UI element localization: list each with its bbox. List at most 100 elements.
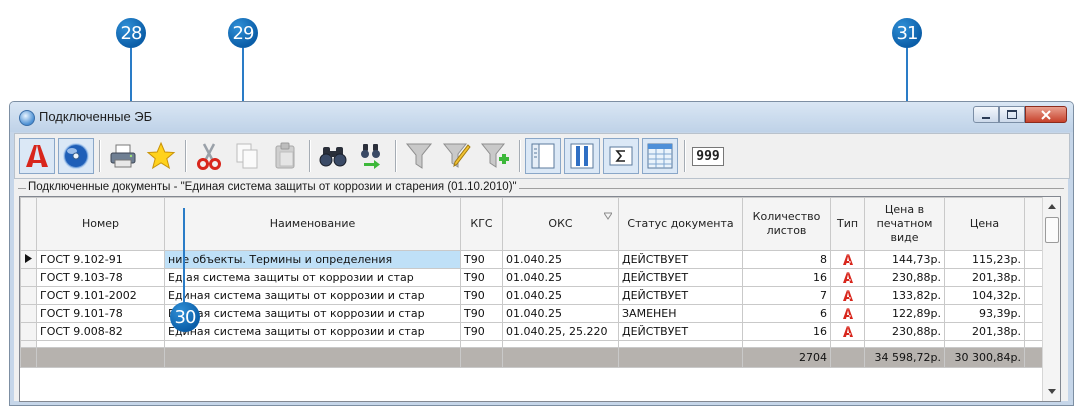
cell-sheets[interactable]: 16: [742, 268, 831, 287]
cell-sheets[interactable]: 8: [742, 250, 831, 269]
binoculars-icon: [319, 147, 347, 167]
pdf-type-icon: [842, 326, 853, 338]
documents-table: Номер Наименование КГС ОКС Статус докуме…: [20, 197, 1045, 368]
cell-kgs[interactable]: Т90: [460, 304, 503, 323]
cell-price[interactable]: 201,38р.: [944, 322, 1025, 341]
col-sheets[interactable]: Количество листов: [742, 197, 831, 251]
find-next-button[interactable]: [353, 138, 389, 174]
grid-button[interactable]: [642, 138, 678, 174]
pdf-button[interactable]: [19, 138, 55, 174]
cell-kgs[interactable]: Т90: [460, 286, 503, 305]
cell-oks[interactable]: 01.040.25: [502, 268, 619, 287]
cell-kgs[interactable]: Т90: [460, 268, 503, 287]
vertical-scrollbar[interactable]: [1042, 197, 1060, 401]
cell-number[interactable]: ГОСТ 9.101-78: [36, 304, 165, 323]
cell-price[interactable]: 115,23р.: [944, 250, 1025, 269]
maximize-button[interactable]: [999, 106, 1025, 123]
col-sheets-label-1: Количество: [752, 210, 821, 223]
star-icon: [146, 141, 176, 170]
col-oks[interactable]: ОКС: [502, 197, 619, 251]
minimize-button[interactable]: [973, 106, 999, 123]
cut-button[interactable]: [191, 138, 227, 174]
table-row[interactable]: ГОСТ 9.101-2002 Единая система защиты от…: [20, 286, 1045, 305]
col-type-label: Тип: [836, 217, 859, 230]
counter-icon: 999: [692, 146, 724, 166]
cell-print-price[interactable]: 133,82р.: [864, 286, 945, 305]
cell-print-price[interactable]: 144,73р.: [864, 250, 945, 269]
cell-name[interactable]: ние объекты. Термины и определения: [164, 250, 461, 269]
cell-status[interactable]: ДЕЙСТВУЕТ: [618, 322, 743, 341]
cell-print-price[interactable]: 230,88р.: [864, 268, 945, 287]
cell-name[interactable]: Единая система защиты от коррозии и стар: [164, 304, 461, 323]
cell-type[interactable]: [830, 250, 865, 269]
cell-print-price[interactable]: 230,88р.: [864, 322, 945, 341]
close-button[interactable]: [1025, 106, 1067, 123]
panel-toggle-button[interactable]: [525, 138, 561, 174]
col-price[interactable]: Цена: [944, 197, 1025, 251]
cell-name[interactable]: Единая система защиты от коррозии и стар: [164, 322, 461, 341]
cell-number[interactable]: ГОСТ 9.101-2002: [36, 286, 165, 305]
counter-button[interactable]: 999: [690, 138, 726, 174]
col-number-label: Номер: [81, 217, 120, 230]
col-print-price[interactable]: Цена в печатном виде: [864, 197, 945, 251]
cut-icon: [197, 143, 221, 170]
scroll-up-icon[interactable]: [1048, 204, 1056, 209]
columns-button[interactable]: [564, 138, 600, 174]
cell-type[interactable]: [830, 322, 865, 341]
total-empty: [36, 347, 165, 368]
cell-name[interactable]: Ед ая система защиты от коррозии и стар: [164, 268, 461, 287]
cell-oks[interactable]: 01.040.25, 25.220: [502, 322, 619, 341]
pdf-type-icon: [842, 254, 853, 266]
cell-kgs[interactable]: Т90: [460, 322, 503, 341]
toolbar-separator: [185, 140, 187, 172]
cell-status[interactable]: ЗАМЕНЕН: [618, 304, 743, 323]
cell-print-price[interactable]: 122,89р.: [864, 304, 945, 323]
cell-type[interactable]: [830, 304, 865, 323]
filter-button[interactable]: [401, 138, 437, 174]
cell-status[interactable]: ДЕЙСТВУЕТ: [618, 268, 743, 287]
cell-name[interactable]: Единая система защиты от коррозии и стар: [164, 286, 461, 305]
paste-button[interactable]: [267, 138, 303, 174]
total-empty: [164, 347, 461, 368]
close-icon: [1041, 109, 1051, 120]
copy-button[interactable]: [229, 138, 265, 174]
cell-type[interactable]: [830, 268, 865, 287]
find-button[interactable]: [315, 138, 351, 174]
filter-add-button[interactable]: [477, 138, 513, 174]
cell-sheets[interactable]: 7: [742, 286, 831, 305]
cell-oks[interactable]: 01.040.25: [502, 304, 619, 323]
cell-sheets[interactable]: 6: [742, 304, 831, 323]
window-titlebar[interactable]: Подключенные ЭБ: [10, 102, 1073, 132]
table-row[interactable]: ГОСТ 9.103-78 Ед ая система защиты от ко…: [20, 268, 1045, 287]
scroll-down-icon[interactable]: [1048, 389, 1056, 394]
cell-sheets[interactable]: 16: [742, 322, 831, 341]
cell-oks[interactable]: 01.040.25: [502, 250, 619, 269]
cell-status[interactable]: ДЕЙСТВУЕТ: [618, 250, 743, 269]
print-button[interactable]: [105, 138, 141, 174]
col-type[interactable]: Тип: [830, 197, 865, 251]
connect-disc-button[interactable]: [58, 138, 94, 174]
cell-price[interactable]: 93,39р.: [944, 304, 1025, 323]
favorites-button[interactable]: [143, 138, 179, 174]
cell-number[interactable]: ГОСТ 9.103-78: [36, 268, 165, 287]
sum-button[interactable]: [603, 138, 639, 174]
sum-icon: [609, 146, 633, 166]
scroll-thumb[interactable]: [1045, 217, 1059, 243]
cell-number[interactable]: ГОСТ 9.008-82: [36, 322, 165, 341]
cell-type[interactable]: [830, 286, 865, 305]
filter-edit-button[interactable]: [439, 138, 475, 174]
col-print-price-label-3: виде: [890, 231, 919, 244]
cell-number[interactable]: ГОСТ 9.102-91: [36, 250, 165, 269]
cell-status[interactable]: ДЕЙСТВУЕТ: [618, 286, 743, 305]
cell-kgs[interactable]: Т90: [460, 250, 503, 269]
col-kgs[interactable]: КГС: [460, 197, 503, 251]
cell-price[interactable]: 104,32р.: [944, 286, 1025, 305]
row-indicator: [20, 340, 37, 348]
col-number[interactable]: Номер: [36, 197, 165, 251]
col-name[interactable]: Наименование: [164, 197, 461, 251]
toolbar-separator: [395, 140, 397, 172]
col-status[interactable]: Статус документа: [618, 197, 743, 251]
cell-price[interactable]: 201,38р.: [944, 268, 1025, 287]
cell-oks[interactable]: 01.040.25: [502, 286, 619, 305]
table-row[interactable]: ГОСТ 9.102-91 ние объекты. Термины и опр…: [20, 250, 1045, 269]
